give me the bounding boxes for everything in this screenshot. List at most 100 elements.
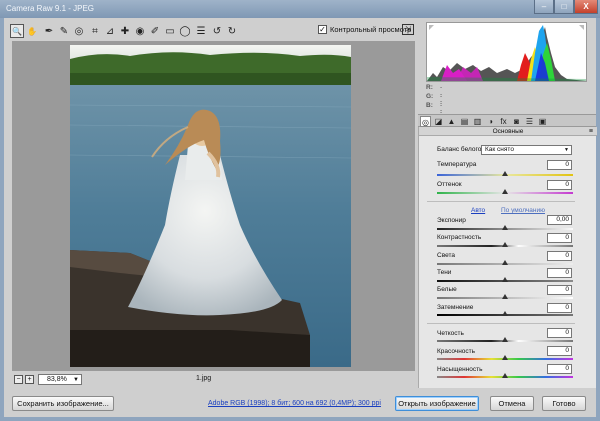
preferences-tool[interactable]: ☰ xyxy=(194,24,208,38)
tab-split-toning[interactable]: ▥ xyxy=(472,116,483,127)
saturation-slider[interactable] xyxy=(437,373,573,378)
tab-effects[interactable]: fx xyxy=(498,116,509,127)
basic-panel: Основные ≡ Баланс белого: Как снято ▼ Те… xyxy=(418,127,597,388)
save-image-button[interactable]: Сохранить изображение... xyxy=(12,396,114,411)
tab-lens-corrections[interactable]: ◑ xyxy=(485,116,496,127)
straighten-tool[interactable]: ⊿ xyxy=(103,24,117,38)
zoom-level-select[interactable]: 83,8% ▼ xyxy=(38,374,82,385)
panel-tabs: ◎ ◪ ▲ ▤ ▥ ◑ fx ◙ ☰ ▣ xyxy=(418,114,596,127)
contrast-slider[interactable] xyxy=(437,242,573,247)
hsl-icon: ▤ xyxy=(460,117,469,126)
window-title: Camera Raw 9.1 - JPEG xyxy=(6,4,95,13)
workflow-options-link[interactable]: Adobe RGB (1998); 8 бит; 600 на 692 (0,4… xyxy=(208,400,381,407)
tab-camera-calibration[interactable]: ◙ xyxy=(511,116,522,127)
clarity-input[interactable]: 0 xyxy=(547,328,572,338)
vibrance-slider[interactable] xyxy=(437,355,573,360)
blacks-input[interactable]: 0 xyxy=(547,303,572,313)
radial-filter-tool[interactable]: ◯ xyxy=(178,24,192,38)
clarity-thumb[interactable] xyxy=(502,337,508,342)
shadows-slider[interactable] xyxy=(437,277,573,282)
wb-label: Баланс белого: xyxy=(437,146,484,153)
temperature-thumb[interactable] xyxy=(502,171,508,176)
whites-input[interactable]: 0 xyxy=(547,285,572,295)
crop-tool[interactable]: ⌗ xyxy=(88,24,102,38)
exposure-thumb[interactable] xyxy=(502,225,508,230)
lens-corrections-icon: ◑ xyxy=(488,117,493,126)
tab-snapshots[interactable]: ▣ xyxy=(537,116,548,127)
saturation-input[interactable]: 0 xyxy=(547,364,572,374)
temperature-slider[interactable] xyxy=(437,171,573,176)
adjustment-brush-tool[interactable]: ✐ xyxy=(148,24,162,38)
tab-basic[interactable]: ◎ xyxy=(420,116,431,127)
zoom-level-value: 83,8% xyxy=(47,376,67,383)
r-readout: R: --- xyxy=(426,84,442,105)
zoom-in-button[interactable]: + xyxy=(25,375,34,384)
highlights-slider[interactable] xyxy=(437,260,573,265)
exposure-input[interactable]: 0,00 xyxy=(547,215,572,225)
bottom-bar: Сохранить изображение... Adobe RGB (1998… xyxy=(4,392,596,417)
g-readout: G: --- xyxy=(426,93,442,114)
clarity-slider[interactable] xyxy=(437,337,573,342)
hand-tool[interactable]: ✋ xyxy=(25,24,39,38)
shadows-thumb[interactable] xyxy=(502,277,508,282)
minimize-button[interactable]: – xyxy=(534,0,554,14)
rotate-ccw-tool[interactable]: ↺ xyxy=(210,24,224,38)
panel-menu-icon[interactable]: ≡ xyxy=(589,127,593,136)
graduated-filter-tool[interactable]: ▭ xyxy=(163,24,177,38)
contrast-thumb[interactable] xyxy=(502,242,508,247)
zoom-tool[interactable]: 🔍 xyxy=(10,24,24,38)
close-icon: X xyxy=(583,2,589,11)
whites-slider[interactable] xyxy=(437,294,573,299)
blacks-thumb[interactable] xyxy=(502,311,508,316)
snapshots-icon: ▣ xyxy=(538,117,547,126)
whites-thumb[interactable] xyxy=(502,294,508,299)
tint-input[interactable]: 0 xyxy=(547,180,572,190)
color-sampler-tool[interactable]: ✎ xyxy=(57,24,71,38)
preview-checkbox[interactable]: ✓ Контрольный просмотр xyxy=(318,25,411,34)
tab-presets[interactable]: ☰ xyxy=(524,116,535,127)
shadows-input[interactable]: 0 xyxy=(547,268,572,278)
white-balance-tool[interactable]: ✒ xyxy=(42,24,56,38)
hand-tool-icon: ✋ xyxy=(27,26,37,36)
contrast-input[interactable]: 0 xyxy=(547,233,572,243)
split-toning-icon: ▥ xyxy=(473,117,482,126)
red-eye-tool[interactable]: ◉ xyxy=(133,24,147,38)
maximize-button[interactable]: □ xyxy=(554,0,574,14)
rgb-readout: R:--- G:--- B:--- xyxy=(426,84,591,123)
highlights-label: Света xyxy=(437,252,455,259)
cancel-button[interactable]: Отмена xyxy=(490,396,534,411)
targeted-adjustment-tool[interactable]: ◎ xyxy=(72,24,86,38)
filename-label: 1.jpg xyxy=(196,375,212,382)
fullscreen-icon[interactable]: ⇲ xyxy=(402,24,414,35)
rotate-ccw-icon: ↺ xyxy=(212,25,222,37)
tab-detail[interactable]: ▲ xyxy=(446,116,457,127)
tab-tone-curve[interactable]: ◪ xyxy=(433,116,444,127)
close-button[interactable]: X xyxy=(574,0,598,14)
status-bar: − + 83,8% ▼ 1.jpg xyxy=(12,373,415,386)
open-image-button[interactable]: Открыть изображение xyxy=(395,396,479,411)
tint-thumb[interactable] xyxy=(502,189,508,194)
tint-slider[interactable] xyxy=(437,189,573,194)
default-link[interactable]: По умолчанию xyxy=(501,207,545,214)
vibrance-thumb[interactable] xyxy=(502,355,508,360)
preview-checkbox-box[interactable]: ✓ xyxy=(318,25,327,34)
saturation-thumb[interactable] xyxy=(502,373,508,378)
temperature-input[interactable]: 0 xyxy=(547,160,572,170)
done-button[interactable]: Готово xyxy=(542,396,586,411)
auto-link[interactable]: Авто xyxy=(471,207,485,214)
g-label: G: xyxy=(426,93,434,100)
vibrance-input[interactable]: 0 xyxy=(547,346,572,356)
highlights-input[interactable]: 0 xyxy=(547,251,572,261)
white-balance-select[interactable]: Как снято ▼ xyxy=(481,145,572,155)
blacks-slider[interactable] xyxy=(437,311,573,316)
spot-removal-tool[interactable]: ✚ xyxy=(118,24,132,38)
zoom-out-button[interactable]: − xyxy=(14,375,23,384)
exposure-slider[interactable] xyxy=(437,225,573,230)
image-canvas[interactable] xyxy=(12,41,415,371)
highlights-thumb[interactable] xyxy=(502,260,508,265)
tab-hsl[interactable]: ▤ xyxy=(459,116,470,127)
b-label: B: xyxy=(426,102,433,109)
white-balance-tool-icon: ✒ xyxy=(44,25,54,37)
red-eye-tool-icon: ◉ xyxy=(135,25,145,37)
rotate-cw-tool[interactable]: ↻ xyxy=(225,24,239,38)
